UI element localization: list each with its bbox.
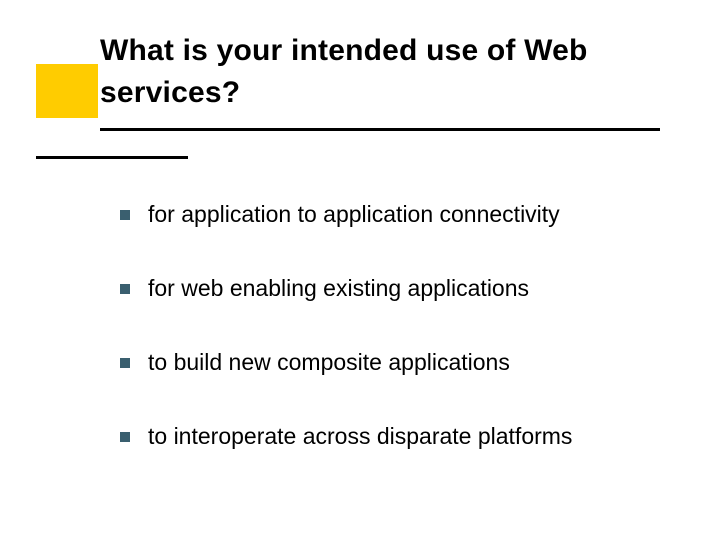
list-item: to interoperate across disparate platfor…: [120, 422, 660, 452]
square-bullet-icon: [120, 284, 130, 294]
list-item: for application to application connectiv…: [120, 200, 660, 230]
title-underline: [100, 128, 660, 131]
accent-underline: [36, 156, 188, 159]
square-bullet-icon: [120, 358, 130, 368]
list-item: for web enabling existing applications: [120, 274, 660, 304]
accent-block: [36, 64, 98, 118]
square-bullet-icon: [120, 432, 130, 442]
slide: What is your intended use of Web service…: [0, 0, 720, 540]
list-item-text: to interoperate across disparate platfor…: [148, 422, 660, 452]
list-item-text: for application to application connectiv…: [148, 200, 660, 230]
square-bullet-icon: [120, 210, 130, 220]
list-item: to build new composite applications: [120, 348, 660, 378]
bullet-list: for application to application connectiv…: [120, 200, 660, 496]
list-item-text: for web enabling existing applications: [148, 274, 660, 304]
list-item-text: to build new composite applications: [148, 348, 660, 378]
slide-title: What is your intended use of Web service…: [100, 30, 660, 114]
